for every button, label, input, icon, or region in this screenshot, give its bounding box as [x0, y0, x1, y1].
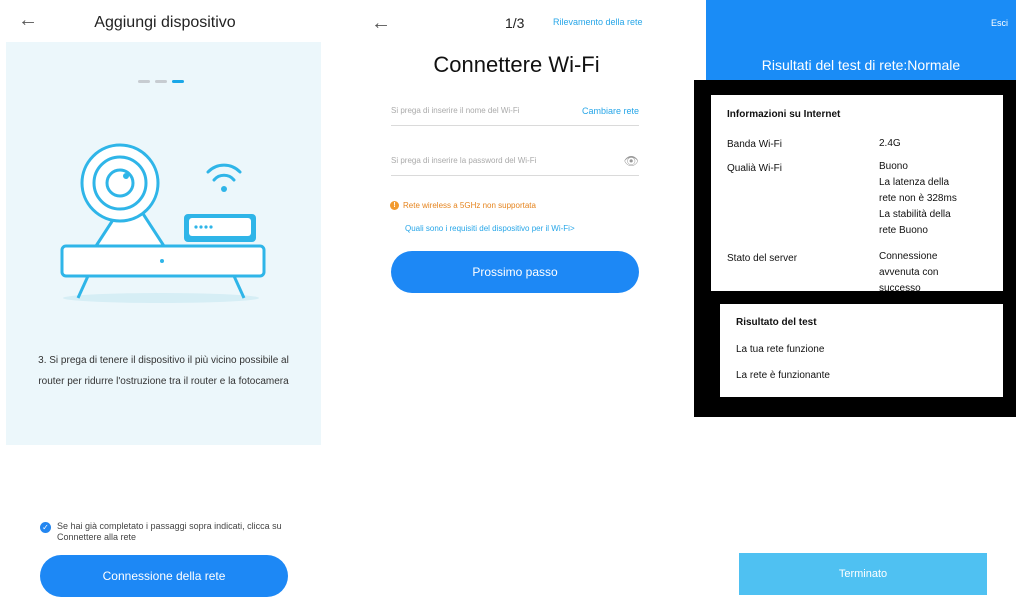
eye-icon[interactable]: 👁	[624, 154, 639, 168]
wifi-name-placeholder: Si prega di inserire il nome del Wi-Fi	[391, 106, 520, 115]
next-step-button[interactable]: Prossimo passo	[391, 251, 639, 293]
camera-router-illustration	[60, 143, 266, 303]
warning-text: Rete wireless a 5GHz non supportata	[403, 201, 536, 210]
test-result-line-1: La tua rete funzione	[736, 344, 825, 355]
quality-line: Buono	[879, 161, 908, 172]
connect-wifi-screen: ← 1/3 Rilevamento della rete Connettere …	[345, 0, 675, 601]
server-line: Connessione	[879, 251, 938, 262]
quality-line: rete Buono	[879, 225, 928, 236]
confirm-text: Se hai già completato i passaggi sopra i…	[57, 521, 282, 542]
quality-line: rete non è 328ms	[879, 193, 957, 204]
internet-info-card: Informazioni su Internet Banda Wi-Fi 2.4…	[711, 95, 1003, 291]
quality-line: La latenza della	[879, 177, 950, 188]
wifi-password-placeholder: Si prega di inserire la password del Wi-…	[391, 156, 537, 165]
network-detect-link[interactable]: Rilevamento della rete	[553, 17, 643, 27]
exit-link[interactable]: Esci	[991, 18, 1008, 28]
step-dot	[155, 80, 167, 83]
wifi-name-field[interactable]: Si prega di inserire il nome del Wi-Fi C…	[391, 96, 639, 126]
server-line: avvenuta con	[879, 267, 939, 278]
test-result-line-2: La rete è funzionante	[736, 370, 830, 381]
wifi-quality-label: Qualià Wi-Fi	[727, 163, 783, 174]
results-title: Risultati del test di rete:Normale	[761, 57, 961, 73]
wifi-quality-value: Buono La latenza della rete non è 328ms …	[879, 159, 957, 239]
test-result-card: Risultato del test La tua rete funzione …	[720, 304, 1003, 397]
check-icon[interactable]: ✓	[40, 522, 51, 533]
test-result-title: Risultato del test	[736, 317, 817, 328]
step-indicator	[138, 80, 184, 83]
wifi-requirements-link[interactable]: Quali sono i requisiti del dispositivo p…	[405, 224, 575, 233]
change-network-link[interactable]: Cambiare rete	[582, 106, 639, 116]
wifi-band-label: Banda Wi-Fi	[727, 139, 783, 150]
network-test-results-screen: Esci Risultati del test di rete:Normale …	[694, 0, 1016, 601]
warning-icon: !	[390, 201, 399, 210]
quality-line: La stabilità della	[879, 209, 951, 220]
wifi-password-field[interactable]: Si prega di inserire la password del Wi-…	[391, 146, 639, 176]
server-status-value: Connessione avvenuta con successo	[879, 249, 939, 291]
page-title: Aggiungi dispositivo	[94, 14, 236, 31]
add-device-screen: ← Aggiungi dispositivo 3. Si prega di te…	[0, 0, 330, 601]
step-counter: 1/3	[505, 15, 525, 31]
step-dot	[138, 80, 150, 83]
connect-network-button[interactable]: Connessione della rete	[40, 555, 288, 597]
warning-row: ! Rete wireless a 5GHz non supportata	[390, 201, 536, 210]
page-title: Connettere Wi-Fi	[433, 52, 600, 77]
done-button[interactable]: Terminato	[739, 553, 987, 595]
results-header: Esci Risultati del test di rete:Normale	[706, 0, 1016, 80]
instruction-text: 3. Si prega di tenere il dispositivo il …	[38, 355, 289, 387]
back-arrow-icon[interactable]: ←	[371, 13, 391, 33]
internet-info-title: Informazioni su Internet	[727, 109, 841, 120]
wifi-band-value: 2.4G	[879, 138, 901, 149]
illustration-area: 3. Si prega di tenere il dispositivo il …	[6, 42, 321, 445]
confirm-row[interactable]: ✓ Se hai già completato i passaggi sopra…	[40, 521, 290, 543]
server-line: successo	[879, 283, 921, 291]
server-status-label: Stato del server	[727, 253, 798, 264]
step-dot-active	[172, 80, 184, 83]
